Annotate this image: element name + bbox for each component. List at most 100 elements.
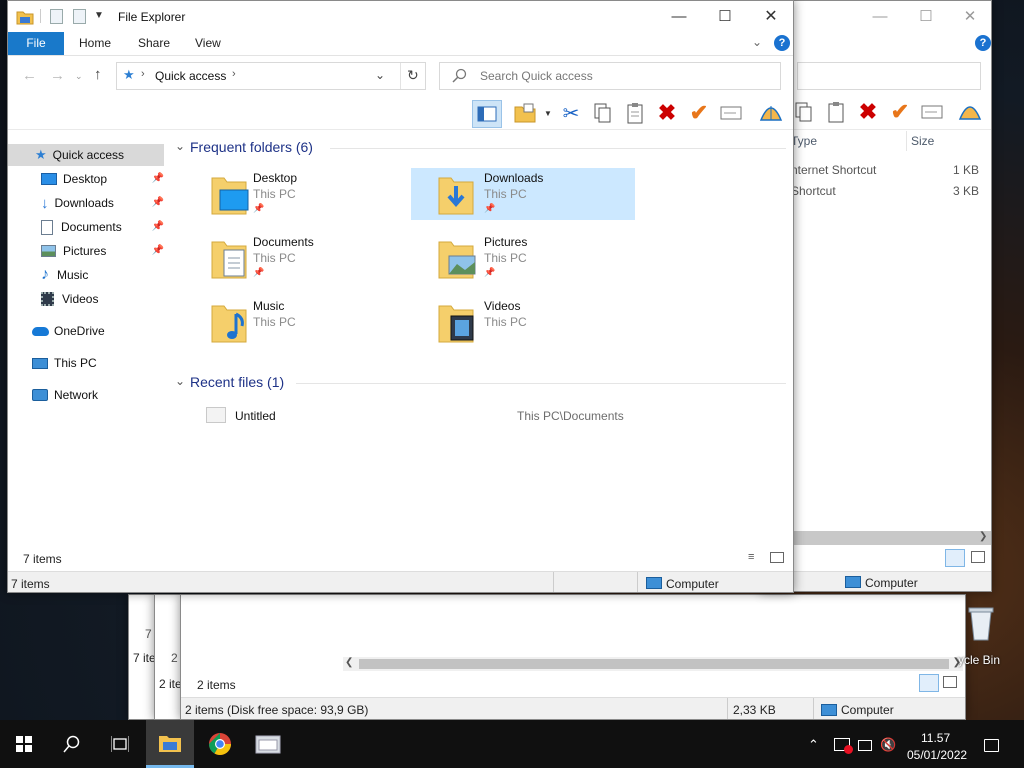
clock-time[interactable]: 11.57	[921, 731, 950, 745]
search-box[interactable]	[797, 62, 981, 90]
title-bar[interactable]: ▼ File Explorer — ☐ ✕	[8, 1, 793, 32]
sidebar-item-network[interactable]: Network	[8, 384, 164, 406]
paste-icon[interactable]	[823, 99, 849, 125]
horizontal-scrollbar[interactable]: ❮ ❯	[343, 657, 963, 671]
search-button[interactable]	[48, 720, 96, 768]
maximize-button[interactable]: ☐	[903, 1, 949, 31]
address-dropdown-icon[interactable]: ⌄	[375, 68, 385, 82]
tab-file[interactable]: File	[8, 32, 64, 55]
recent-files-heading[interactable]: Recent files (1)	[190, 374, 284, 390]
quick-access-dropdown-icon[interactable]: ▼	[94, 10, 104, 21]
copy-icon[interactable]	[791, 99, 817, 125]
scrollbar-thumb[interactable]	[359, 659, 949, 669]
search-input[interactable]: Search Quick access	[480, 69, 593, 83]
tab-home[interactable]: Home	[65, 32, 125, 55]
delete-icon[interactable]: ✖	[654, 100, 680, 126]
folder-options-icon[interactable]	[512, 100, 538, 126]
recent-locations-icon[interactable]: ⌄	[75, 71, 83, 82]
frequent-folders-heading[interactable]: Frequent folders (6)	[190, 139, 313, 155]
chevron-down-icon[interactable]: ⌄	[175, 139, 185, 153]
tab-share[interactable]: Share	[124, 32, 184, 55]
close-button[interactable]: ✕	[947, 1, 991, 31]
sidebar-item-documents[interactable]: Documents 📌	[8, 216, 164, 238]
back-button[interactable]: ←	[22, 67, 37, 84]
rename-icon[interactable]	[718, 100, 744, 126]
new-folder-icon[interactable]	[73, 9, 86, 24]
paste-icon[interactable]	[622, 100, 648, 126]
shell-icon[interactable]	[957, 99, 983, 125]
forward-button[interactable]: →	[50, 67, 65, 84]
scroll-right-icon[interactable]: ❯	[979, 531, 987, 542]
folder-options-dropdown-icon[interactable]: ▼	[544, 109, 552, 118]
sidebar-item-downloads[interactable]: ↓ Downloads 📌	[8, 192, 164, 214]
help-icon[interactable]: ?	[975, 35, 991, 51]
notification-center-icon[interactable]	[984, 739, 999, 752]
close-button[interactable]: ✕	[748, 1, 793, 31]
up-button[interactable]: ↑	[94, 66, 102, 83]
show-hidden-icons-button[interactable]: ⌃	[808, 737, 819, 753]
scroll-left-icon[interactable]: ❮	[345, 657, 353, 668]
column-header-size[interactable]: Size	[911, 131, 981, 151]
clock-date[interactable]: 05/01/2022	[907, 748, 967, 762]
delete-icon[interactable]: ✖	[855, 99, 881, 125]
pin-icon[interactable]: 📌	[152, 173, 164, 184]
app-window-icon[interactable]	[244, 720, 292, 768]
preview-pane-icon[interactable]	[472, 100, 502, 128]
tab-view[interactable]: View	[181, 32, 235, 55]
start-button[interactable]	[0, 720, 48, 768]
address-bar[interactable]: ★ › Quick access › ⌄ ↻	[116, 62, 426, 90]
task-view-button[interactable]	[96, 720, 144, 768]
pin-icon[interactable]: 📌	[152, 197, 164, 208]
sidebar-item-quick-access[interactable]: ★ Quick access	[8, 144, 164, 166]
row-type[interactable]: Shortcut	[791, 184, 836, 198]
sidebar-item-onedrive[interactable]: OneDrive	[8, 320, 164, 342]
copy-icon[interactable]	[590, 100, 616, 126]
horizontal-scrollbar[interactable]	[791, 531, 991, 545]
tiles-view-icon[interactable]	[971, 551, 985, 563]
maximize-button[interactable]: ☐	[702, 1, 748, 31]
folder-tile-pictures[interactable]: Pictures This PC 📌	[411, 232, 635, 284]
volume-muted-icon[interactable]: 🔇	[880, 737, 896, 753]
folder-tile-desktop[interactable]: Desktop This PC 📌	[208, 168, 432, 220]
sidebar-item-videos[interactable]: Videos	[8, 288, 164, 310]
chrome-icon[interactable]	[196, 720, 244, 768]
sidebar-item-this-pc[interactable]: This PC	[8, 352, 164, 374]
minimize-button[interactable]: —	[857, 1, 903, 31]
folder-tile-documents[interactable]: Documents This PC 📌	[208, 232, 432, 284]
recycle-bin-icon[interactable]	[966, 604, 996, 644]
pin-icon[interactable]: 📌	[253, 267, 264, 278]
sidebar-item-desktop[interactable]: Desktop 📌	[8, 168, 164, 190]
file-explorer-window[interactable]: ▼ File Explorer — ☐ ✕ File Home Share Vi…	[7, 0, 794, 593]
folder-tile-downloads[interactable]: Downloads This PC 📌	[411, 168, 635, 220]
tiles-view-icon[interactable]	[770, 552, 784, 563]
cut-icon[interactable]: ✂	[558, 100, 584, 126]
checkmark-icon[interactable]: ✔	[887, 99, 913, 125]
pin-icon[interactable]: 📌	[152, 245, 164, 256]
row-type[interactable]: nternet Shortcut	[791, 163, 876, 177]
file-explorer-taskbar-icon[interactable]	[146, 720, 194, 768]
help-icon[interactable]: ?	[774, 35, 790, 51]
tiles-view-icon[interactable]	[943, 676, 957, 688]
breadcrumb-quick-access[interactable]: Quick access	[155, 69, 226, 83]
pin-icon[interactable]: 📌	[484, 267, 495, 278]
minimize-button[interactable]: —	[656, 1, 702, 31]
sidebar-item-music[interactable]: ♪ Music	[8, 264, 164, 286]
pin-icon[interactable]: 📌	[152, 221, 164, 232]
recent-file-row[interactable]: Untitled This PC\Documents	[204, 406, 784, 426]
properties-icon[interactable]	[50, 9, 63, 24]
folder-tile-videos[interactable]: Videos This PC	[411, 296, 635, 348]
pin-icon[interactable]: 📌	[253, 203, 264, 214]
details-view-icon[interactable]: ≡	[748, 551, 754, 563]
network-status-icon[interactable]	[834, 738, 853, 754]
back-explorer-window[interactable]: — ☐ ✕ ⌄ ? ✖ ✔ Type Size nternet Shortcut…	[760, 0, 992, 592]
checkmark-icon[interactable]: ✔	[686, 100, 712, 126]
details-view-icon[interactable]	[945, 549, 965, 567]
pin-icon[interactable]: 📌	[484, 203, 495, 214]
shell-icon[interactable]	[758, 100, 784, 126]
folder-tile-music[interactable]: Music This PC	[208, 296, 432, 348]
ribbon-expand-icon[interactable]: ⌄	[752, 35, 762, 49]
refresh-icon[interactable]: ↻	[407, 67, 419, 84]
details-view-icon[interactable]	[919, 674, 939, 692]
sidebar-item-pictures[interactable]: Pictures 📌	[8, 240, 164, 262]
rename-icon[interactable]	[919, 99, 945, 125]
